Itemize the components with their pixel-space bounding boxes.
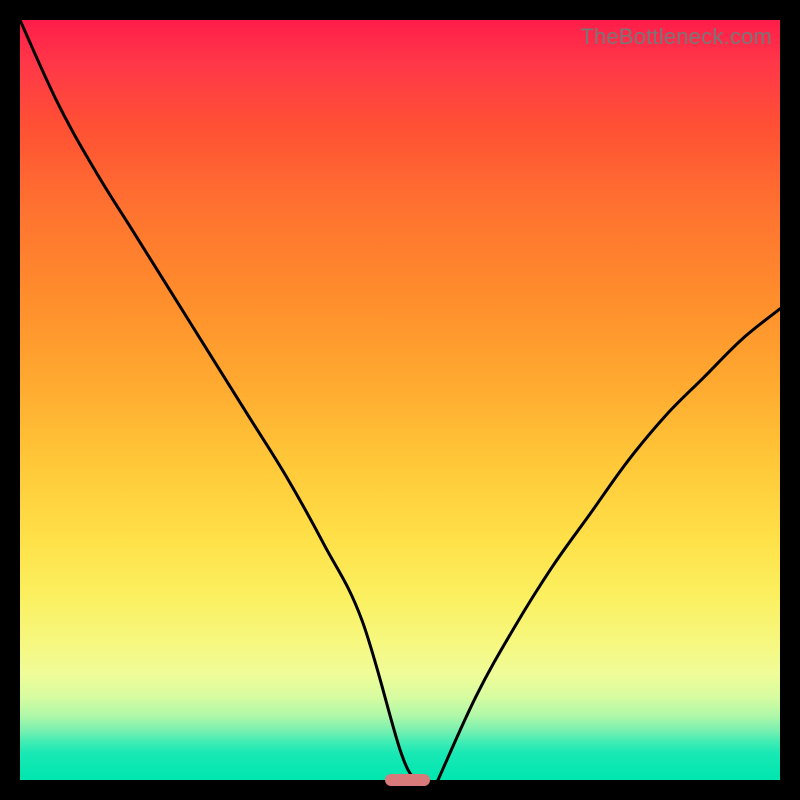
- right-branch-curve: [438, 309, 780, 780]
- chart-container: TheBottleneck.com: [0, 0, 800, 800]
- curve-layer: [20, 20, 780, 780]
- bottleneck-marker: [385, 774, 431, 786]
- plot-area: TheBottleneck.com: [20, 20, 780, 780]
- left-branch-curve: [20, 20, 415, 780]
